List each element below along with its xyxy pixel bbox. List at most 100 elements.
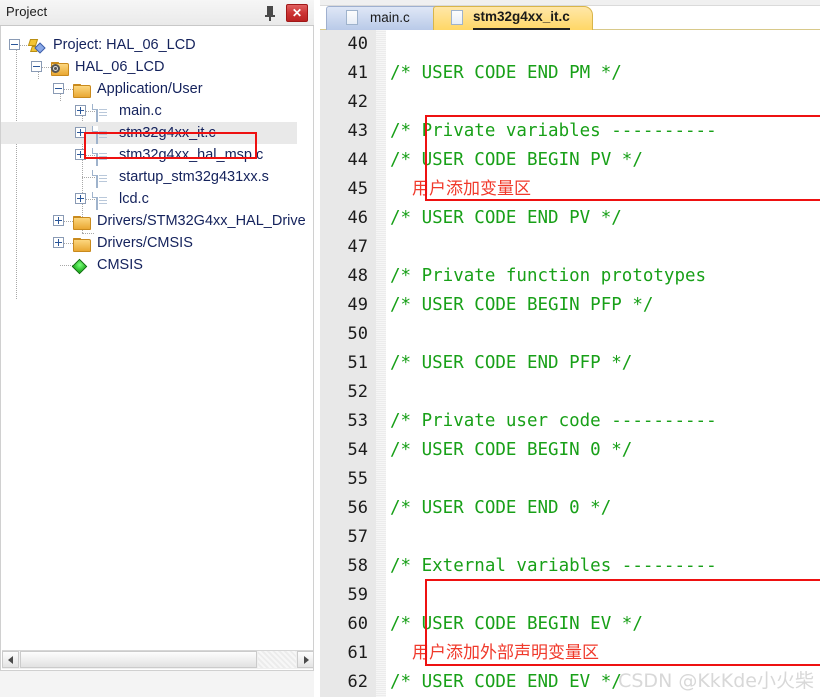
code-text: /* USER CODE BEGIN EV */ xyxy=(390,614,643,634)
tree-item-label: lcd.c xyxy=(119,191,149,208)
tree-item-label: Project: HAL_06_LCD xyxy=(53,37,196,54)
tree-guide-line xyxy=(64,89,73,91)
expander-plus-icon[interactable] xyxy=(75,105,86,116)
code-text: /* USER CODE END EV */ xyxy=(390,672,622,692)
tree-item-stm32g4xx-hal-msp-c[interactable]: stm32g4xx_hal_msp.c xyxy=(75,144,263,166)
tree-item-startup-s[interactable]: startup_stm32g431xx.s xyxy=(75,166,269,188)
project-hscrollbar[interactable] xyxy=(2,650,313,669)
code-line[interactable]: 59 xyxy=(320,581,820,610)
arrow-right-icon[interactable] xyxy=(297,651,313,668)
line-number: 46 xyxy=(347,208,368,228)
line-number: 54 xyxy=(347,440,368,460)
code-line[interactable]: 48 /* Private function prototypes xyxy=(320,262,820,291)
line-number: 53 xyxy=(347,411,368,431)
code-text: /* USER CODE END 0 */ xyxy=(390,498,612,518)
code-line[interactable]: 43 /* Private variables ---------- xyxy=(320,117,820,146)
line-number: 42 xyxy=(347,92,368,112)
tree-guide-line xyxy=(64,243,73,245)
editor-tabbar: main.c stm32g4xx_it.c xyxy=(320,0,820,30)
file-icon xyxy=(96,102,107,124)
file-icon xyxy=(96,146,107,168)
code-line[interactable]: 54 /* USER CODE BEGIN 0 */ xyxy=(320,436,820,465)
line-number: 58 xyxy=(347,556,368,576)
code-line[interactable]: 56 /* USER CODE END 0 */ xyxy=(320,494,820,523)
code-line[interactable]: 41 /* USER CODE END PM */ xyxy=(320,59,820,88)
code-text: /* Private user code ---------- xyxy=(390,411,717,431)
tree-guide-line xyxy=(86,133,95,135)
code-line[interactable]: 61 用户添加外部声明变量区 xyxy=(320,639,820,668)
hscroll-thumb[interactable] xyxy=(20,651,257,668)
line-number: 51 xyxy=(347,353,368,373)
code-text: 用户添加变量区 xyxy=(412,179,531,199)
code-line[interactable]: 44 /* USER CODE BEGIN PV */ xyxy=(320,146,820,175)
file-icon xyxy=(96,190,107,212)
code-editor[interactable]: 40 41 /* USER CODE END PM */ 42 43 /* Private… xyxy=(320,30,820,697)
expander-plus-icon[interactable] xyxy=(75,193,86,204)
tree-item-project-root[interactable]: Project: HAL_06_LCD xyxy=(9,34,196,56)
line-number: 47 xyxy=(347,237,368,257)
line-number: 55 xyxy=(347,469,368,489)
tab-label: stm32g4xx_it.c xyxy=(473,6,570,30)
line-number: 48 xyxy=(347,266,368,286)
tree-item-label: startup_stm32g431xx.s xyxy=(119,169,269,186)
code-line[interactable]: 47 xyxy=(320,233,820,262)
line-number: 62 xyxy=(347,672,368,692)
tab-stm32g4xx-it-c[interactable]: stm32g4xx_it.c xyxy=(433,6,593,30)
code-line[interactable]: 60 /* USER CODE BEGIN EV */ xyxy=(320,610,820,639)
expander-plus-icon[interactable] xyxy=(53,237,64,248)
tree-item-label: HAL_06_LCD xyxy=(75,59,165,76)
tree-item-cmsis[interactable]: CMSIS xyxy=(53,254,143,276)
line-number: 59 xyxy=(347,585,368,605)
code-line[interactable]: 49 /* USER CODE BEGIN PFP */ xyxy=(320,291,820,320)
tree-item-label: main.c xyxy=(119,103,162,120)
project-panel: Project ✕ Project: HAL_06_LCD HAL_06_LCD… xyxy=(0,0,314,697)
code-line[interactable]: 40 xyxy=(320,30,820,59)
code-line[interactable]: 55 xyxy=(320,465,820,494)
tree-item-stm32g4xx-it-c[interactable]: stm32g4xx_it.c xyxy=(1,122,297,144)
code-line[interactable]: 46 /* USER CODE END PV */ xyxy=(320,204,820,233)
hscroll-track[interactable] xyxy=(258,651,296,668)
expander-plus-icon[interactable] xyxy=(75,127,86,138)
tree-item-application-user[interactable]: Application/User xyxy=(53,78,203,100)
tree-guide-line xyxy=(64,221,73,223)
line-number: 61 xyxy=(347,643,368,663)
close-icon[interactable]: ✕ xyxy=(286,4,308,22)
pin-icon[interactable] xyxy=(262,4,278,22)
code-text: /* USER CODE END PV */ xyxy=(390,208,622,228)
tree-item-lcd-c[interactable]: lcd.c xyxy=(75,188,149,210)
code-line[interactable]: 45 用户添加变量区 xyxy=(320,175,820,204)
project-panel-titlebar: Project ✕ xyxy=(0,0,314,26)
line-number: 44 xyxy=(347,150,368,170)
panel-title: Project xyxy=(6,4,48,19)
tree-item-main-c[interactable]: main.c xyxy=(75,100,162,122)
code-line[interactable]: 58 /* External variables --------- xyxy=(320,552,820,581)
code-line[interactable]: 62 /* USER CODE END EV */ xyxy=(320,668,820,697)
code-line[interactable]: 50 xyxy=(320,320,820,349)
line-number: 43 xyxy=(347,121,368,141)
expander-minus-icon[interactable] xyxy=(53,83,64,94)
tree-guide-line xyxy=(16,47,18,299)
tree-item-drivers-cmsis[interactable]: Drivers/CMSIS xyxy=(53,232,193,254)
code-line[interactable]: 57 xyxy=(320,523,820,552)
tree-item-label: Drivers/CMSIS xyxy=(97,235,193,252)
code-line[interactable]: 42 xyxy=(320,88,820,117)
tree-item-label: stm32g4xx_hal_msp.c xyxy=(119,147,264,164)
editor-pane: main.c stm32g4xx_it.c 40 41 /* USER CODE E… xyxy=(320,0,820,697)
expander-minus-icon[interactable] xyxy=(31,61,42,72)
line-number: 50 xyxy=(347,324,368,344)
tree-item-target[interactable]: HAL_06_LCD xyxy=(31,56,164,78)
expander-minus-icon[interactable] xyxy=(9,39,20,50)
line-number: 52 xyxy=(347,382,368,402)
arrow-left-icon[interactable] xyxy=(2,651,19,668)
tree-guide-line xyxy=(86,155,95,157)
code-line[interactable]: 51 /* USER CODE END PFP */ xyxy=(320,349,820,378)
code-line[interactable]: 53 /* Private user code ---------- xyxy=(320,407,820,436)
line-number: 60 xyxy=(347,614,368,634)
expander-plus-icon[interactable] xyxy=(75,149,86,160)
tree-guide-line xyxy=(42,67,51,69)
code-line[interactable]: 52 xyxy=(320,378,820,407)
line-number: 56 xyxy=(347,498,368,518)
tree-item-drivers-hal[interactable]: Drivers/STM32G4xx_HAL_Drive xyxy=(53,210,306,232)
expander-plus-icon[interactable] xyxy=(53,215,64,226)
project-tree[interactable]: Project: HAL_06_LCD HAL_06_LCD Applicati… xyxy=(0,26,314,671)
